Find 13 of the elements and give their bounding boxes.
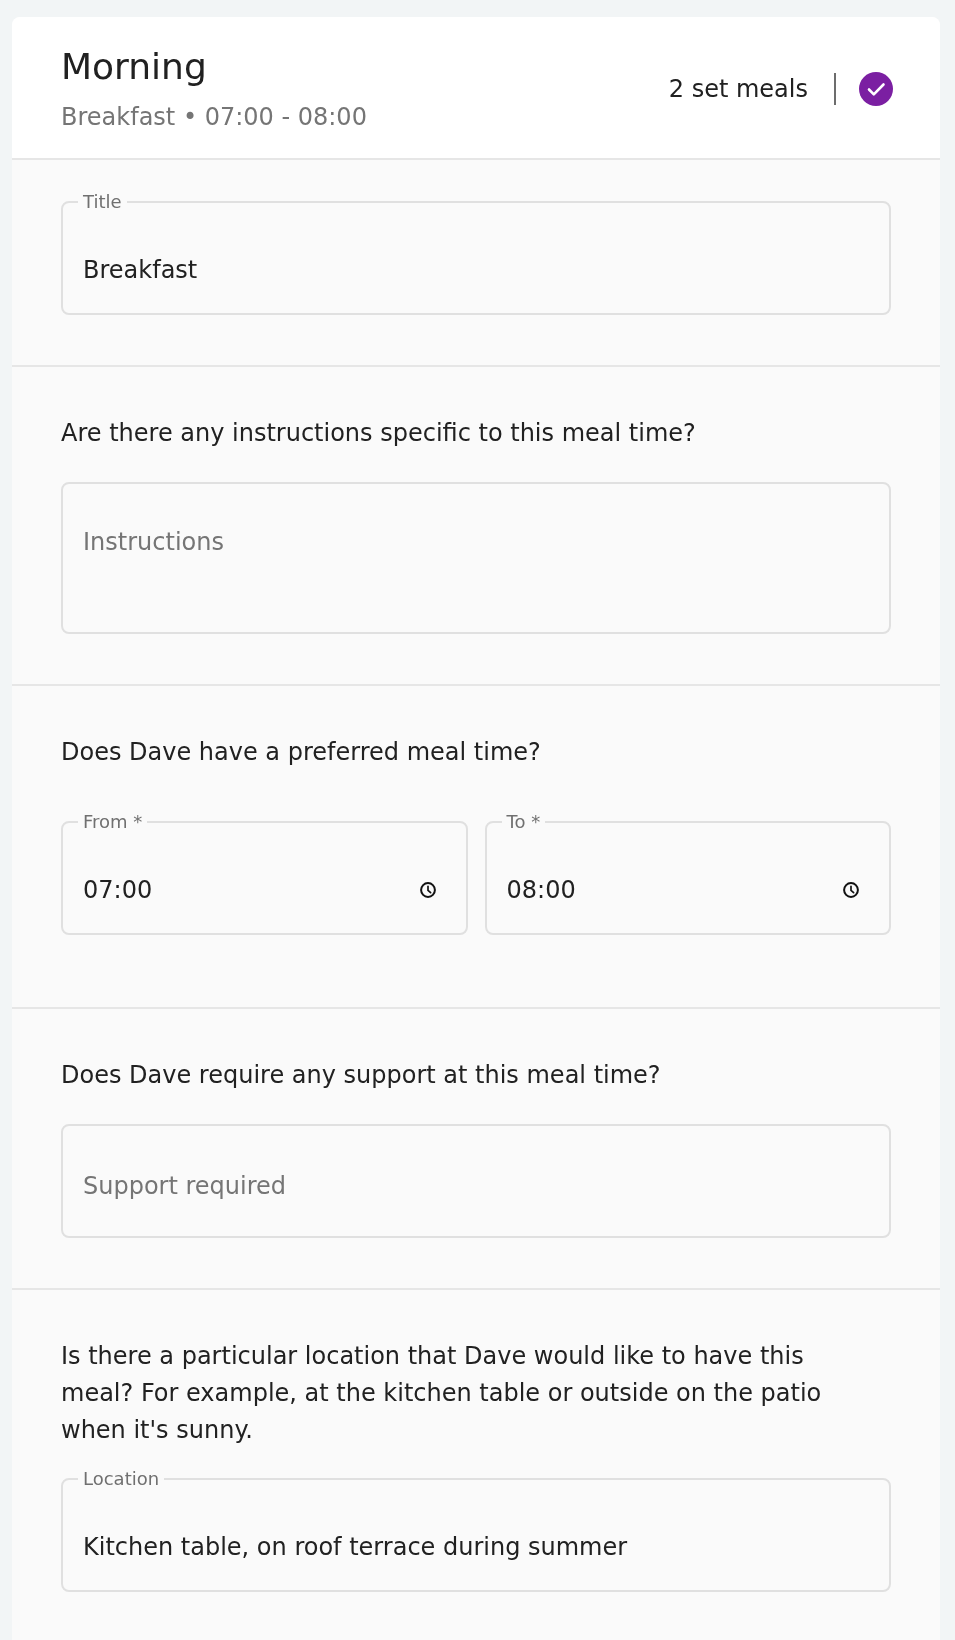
text-field[interactable]: Location Kitchen table, on roof terrace during summer — [61, 1468, 891, 1592]
set-meals-count: 2 set meals — [668, 74, 808, 105]
meal-time-title: Morning — [61, 45, 208, 89]
question-text: Are there any instructions specific to this meal time? — [61, 418, 697, 449]
text-area[interactable]: Instructions — [61, 482, 891, 634]
clock-icon[interactable] — [843, 882, 859, 898]
question-text: Does Dave require any support at this meal time? — [61, 1060, 662, 1091]
clock-icon[interactable] — [419, 882, 436, 898]
question-text: Does Dave have a preferred meal time? — [61, 737, 542, 768]
meal-time-summary: Breakfast • 07:00 - 08:00 — [61, 102, 367, 133]
question-text: Is there a particular location that Dave would like to have this meal? For example, at the kitchen table or outside on the patio when it's sunny. — [61, 1341, 823, 1446]
text-field[interactable]: Support required — [61, 1124, 891, 1238]
text-field[interactable]: Title Breakfast — [61, 191, 891, 315]
